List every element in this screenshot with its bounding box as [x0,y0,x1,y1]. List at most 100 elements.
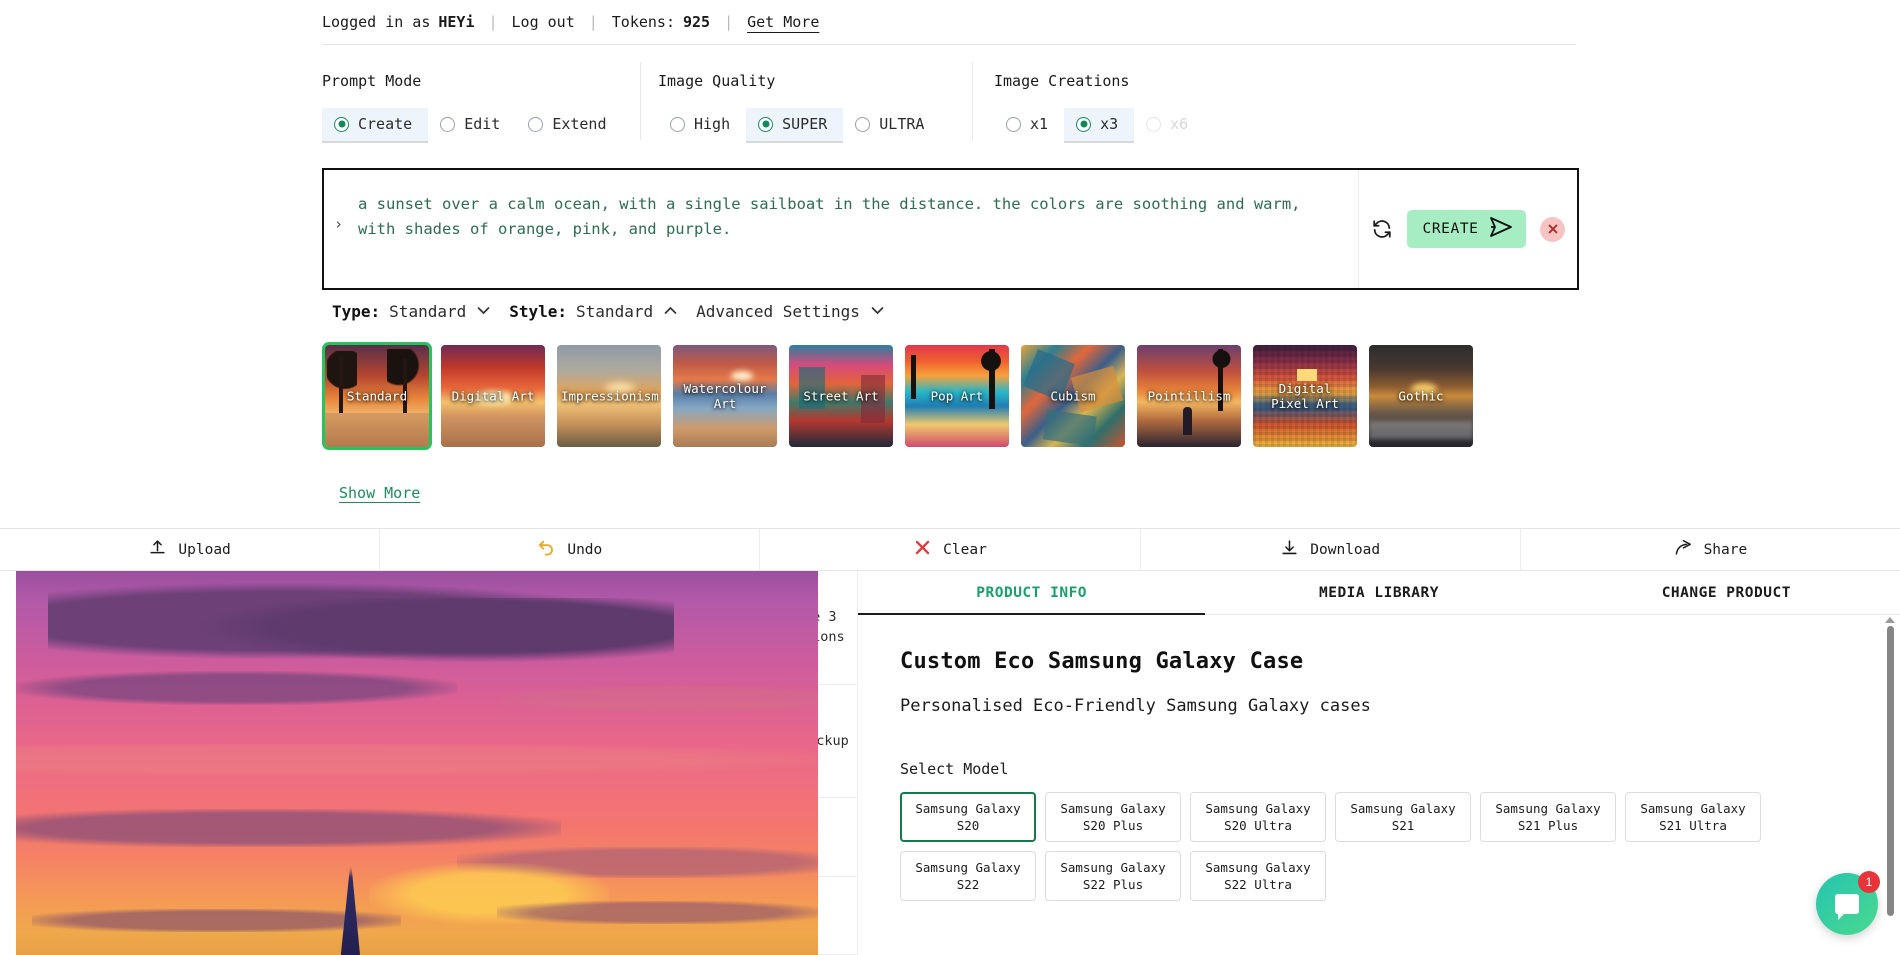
chat-unread-badge: 1 [1858,871,1880,893]
radio-label: x6 [1170,115,1188,133]
image-creations-title: Image Creations [994,72,1324,90]
style-thumb-gothic[interactable]: Gothic [1366,342,1476,450]
upload-button[interactable]: Upload [0,529,380,570]
product-subtitle: Personalised Eco-Friendly Samsung Galaxy… [900,696,1900,716]
tab-product-info[interactable]: PRODUCT INFO [858,571,1205,614]
generated-image[interactable] [16,571,818,955]
model-button-s21-plus[interactable]: Samsung Galaxy S21 Plus [1480,792,1616,842]
model-button-s20[interactable]: Samsung Galaxy S20 [900,792,1036,842]
close-icon [913,538,932,561]
thumb-label: Cubism [1021,389,1125,404]
radio-dot-icon [855,117,870,132]
chevron-up-icon[interactable] [662,304,679,319]
product-scrollbar[interactable] [1884,617,1896,947]
create-button-label: CREATE [1423,221,1479,237]
radio-prompt-mode-extend[interactable]: Extend [516,108,622,143]
options-divider-2 [972,62,973,140]
undo-icon [537,538,556,561]
thumb-label: Pop Art [905,389,1009,404]
radio-dot-icon [1006,117,1021,132]
style-thumb-watercolour-art[interactable]: Watercolour Art [670,342,780,450]
scroll-up-arrow-icon[interactable] [1885,617,1895,623]
logged-in-label: Logged in as [322,13,430,31]
tokens-label: Tokens: [612,13,675,31]
tab-change-product[interactable]: CHANGE PRODUCT [1553,571,1900,614]
style-thumb-street-art[interactable]: Street Art [786,342,896,450]
undo-label: Undo [567,542,602,558]
get-more-link[interactable]: Get More [747,13,819,31]
radio-prompt-mode-edit[interactable]: Edit [428,108,516,143]
product-title: Custom Eco Samsung Galaxy Case [900,649,1900,674]
clear-label: Clear [943,542,987,558]
model-button-s22-ultra[interactable]: Samsung Galaxy S22 Ultra [1190,851,1326,901]
select-model-label: Select Model [900,760,1900,778]
chevron-right-icon: › [334,215,343,233]
canvas-pane [0,571,750,955]
create-button[interactable]: CREATE [1407,210,1527,248]
radio-dot-icon [1146,117,1161,132]
tab-media-library[interactable]: MEDIA LIBRARY [1205,571,1552,614]
radio-quality-super[interactable]: SUPER [746,108,843,143]
image-quality-title: Image Quality [658,72,976,90]
tokens-value: 925 [683,13,710,31]
type-value[interactable]: Standard [389,302,466,321]
style-value[interactable]: Standard [576,302,653,321]
radio-prompt-mode-create[interactable]: Create [322,108,428,143]
model-button-s22-plus[interactable]: Samsung Galaxy S22 Plus [1045,851,1181,901]
undo-button[interactable]: Undo [380,529,760,570]
style-thumb-pointillism[interactable]: Pointillism [1134,342,1244,450]
clear-button[interactable]: Clear [760,529,1140,570]
refresh-icon[interactable] [1371,218,1393,240]
chat-bubble-icon [1835,894,1859,914]
model-button-s20-ultra[interactable]: Samsung Galaxy S20 Ultra [1190,792,1326,842]
generated-image-artwork [16,571,818,955]
download-button[interactable]: Download [1141,529,1521,570]
radio-creations-x3[interactable]: x3 [1064,108,1134,143]
style-thumbnail-list: Standard Digital Art Impressionism Water… [322,342,1476,450]
thumb-label: Street Art [789,389,893,404]
radio-dot-icon [528,117,543,132]
share-button[interactable]: Share [1521,529,1900,570]
radio-creations-x1[interactable]: x1 [994,108,1064,143]
advanced-settings-label[interactable]: Advanced Settings [696,302,860,321]
radio-dot-icon [440,117,455,132]
chevron-down-icon[interactable] [475,304,492,319]
scrollbar-thumb[interactable] [1887,626,1894,916]
prompt-input[interactable] [342,192,1342,288]
prompt-input-area[interactable]: › [324,170,1358,288]
radio-quality-ultra[interactable]: ULTRA [843,108,940,143]
style-thumb-impressionism[interactable]: Impressionism [554,342,664,450]
chat-widget-button[interactable]: 1 [1816,873,1878,935]
chevron-down-icon-advanced[interactable] [869,304,886,319]
separator-1: | [475,13,512,31]
model-button-s21[interactable]: Samsung Galaxy S21 [1335,792,1471,842]
send-icon [1488,216,1514,242]
thumb-label: Impressionism [557,389,661,404]
model-grid: Samsung Galaxy S20 Samsung Galaxy S20 Pl… [900,792,1900,901]
workspace: Create 3 Variations Show Mockup PRODUCT … [0,571,1900,955]
style-thumb-pop-art[interactable]: Pop Art [902,342,1012,450]
product-pane: PRODUCT INFO MEDIA LIBRARY CHANGE PRODUC… [858,571,1900,955]
upload-icon [148,538,167,561]
style-thumb-standard[interactable]: Standard [322,342,432,450]
style-thumb-digital-art[interactable]: Digital Art [438,342,548,450]
model-button-s20-plus[interactable]: Samsung Galaxy S20 Plus [1045,792,1181,842]
prompt-box: › CREATE [322,168,1579,290]
close-icon[interactable] [1540,217,1565,242]
radio-label: x1 [1030,115,1048,133]
style-thumb-cubism[interactable]: Cubism [1018,342,1128,450]
radio-dot-icon [334,117,349,132]
thumb-label: Gothic [1369,389,1473,404]
show-more-link[interactable]: Show More [339,484,420,502]
radio-quality-high[interactable]: High [658,108,746,143]
radio-label: SUPER [782,115,827,133]
model-button-s21-ultra[interactable]: Samsung Galaxy S21 Ultra [1625,792,1761,842]
style-label: Style: [509,302,567,321]
style-thumb-digital-pixel-art[interactable]: Digital Pixel Art [1250,342,1360,450]
thumb-label: Digital Art [441,389,545,404]
thumb-label: Pointillism [1137,389,1241,404]
radio-label: ULTRA [879,115,924,133]
logout-link[interactable]: Log out [512,13,575,31]
model-button-s22[interactable]: Samsung Galaxy S22 [900,851,1036,901]
upload-label: Upload [178,542,230,558]
